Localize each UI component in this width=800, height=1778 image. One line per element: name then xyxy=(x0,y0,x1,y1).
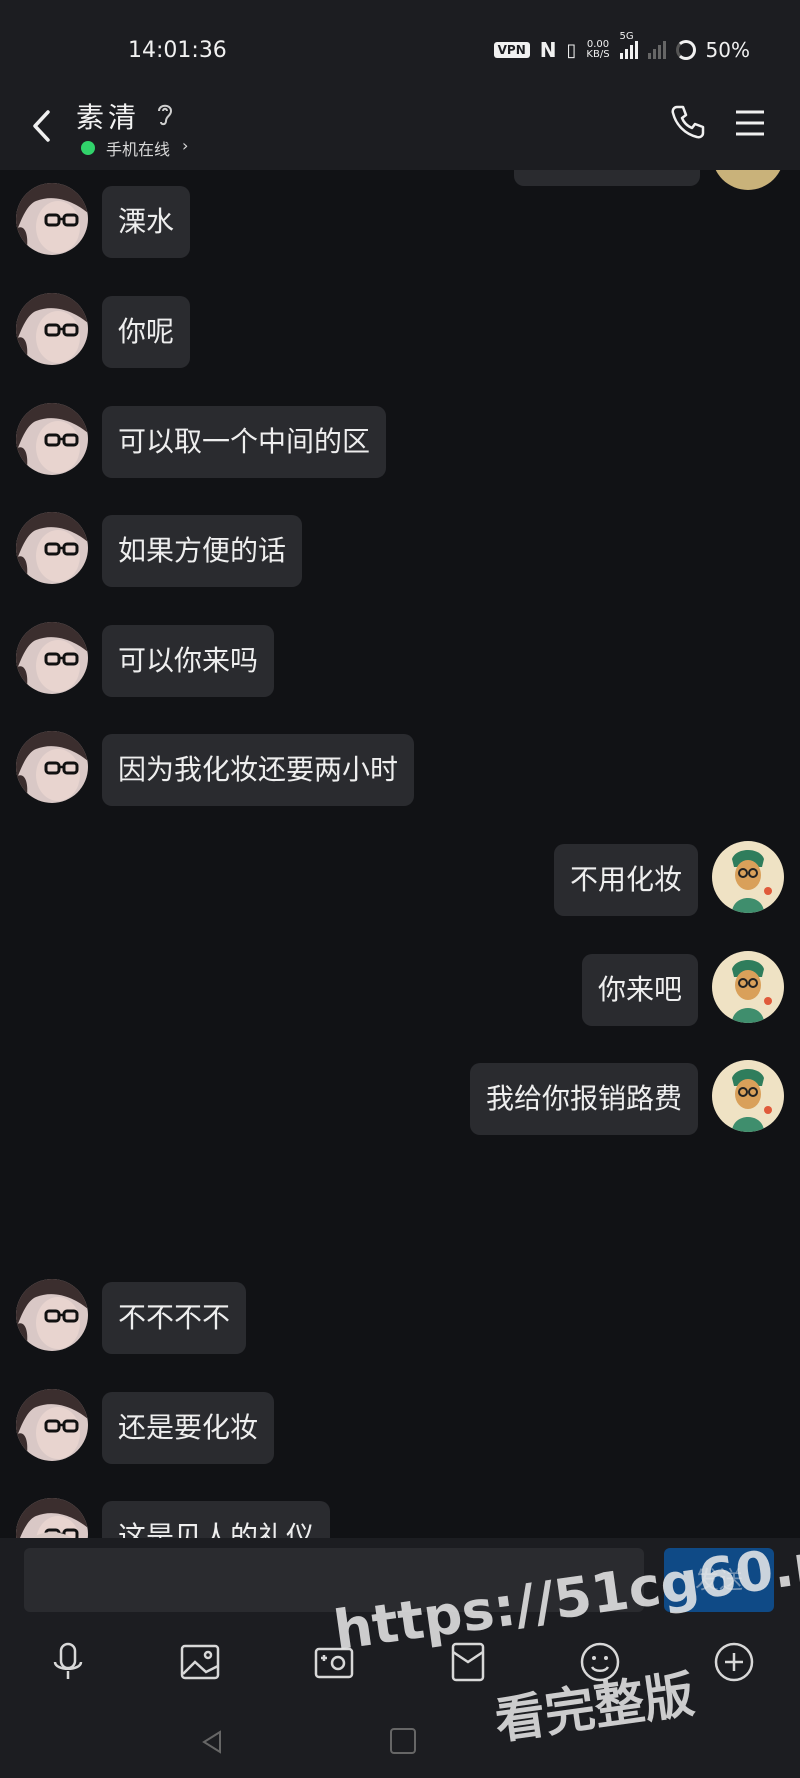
message-bubble[interactable]: 因为我化妆还要两小时 xyxy=(102,734,415,806)
message-input[interactable] xyxy=(24,1548,644,1612)
message-bubble[interactable]: 不不不不 xyxy=(102,1282,247,1354)
back-arrow-icon[interactable] xyxy=(26,106,58,146)
battery-level: 50% xyxy=(705,38,750,62)
contact-avatar[interactable] xyxy=(16,622,88,694)
phone-icon[interactable] xyxy=(668,102,708,142)
network-speed: 0.00 KB/S xyxy=(586,39,610,60)
status-time: 14:01:36 xyxy=(128,38,227,63)
contact-avatar[interactable] xyxy=(16,731,88,803)
menu-icon[interactable] xyxy=(733,108,767,138)
red-packet-icon[interactable] xyxy=(444,1638,492,1686)
contact-avatar[interactable] xyxy=(16,512,88,584)
my-avatar[interactable] xyxy=(712,951,784,1023)
image-icon[interactable] xyxy=(176,1638,224,1686)
nav-home-icon[interactable] xyxy=(390,1728,416,1754)
message-bubble[interactable]: 你呢 xyxy=(102,296,191,368)
composer-bar: 发送 xyxy=(0,1538,800,1778)
incoming-message: 这是见人的礼仪 xyxy=(0,1498,800,1538)
message-bubble[interactable]: 可以你来吗 xyxy=(102,625,275,697)
online-status-text[interactable]: 手机在线 xyxy=(106,136,170,160)
incoming-message: 可以你来吗 xyxy=(0,622,800,698)
signal-icon: 5G xyxy=(619,31,638,59)
message-bubble[interactable]: 还是要化妆 xyxy=(102,1392,275,1464)
message-bubble[interactable]: 我给你报销路费 xyxy=(469,1063,698,1135)
emoji-icon[interactable] xyxy=(576,1638,624,1686)
ear-icon[interactable] xyxy=(154,100,176,128)
contact-avatar[interactable] xyxy=(16,293,88,365)
incoming-message: 如果方便的话 xyxy=(0,512,800,588)
plus-icon[interactable] xyxy=(710,1638,758,1686)
contact-avatar[interactable] xyxy=(16,1279,88,1351)
contact-name[interactable]: 素清 xyxy=(76,96,140,136)
my-avatar[interactable] xyxy=(712,841,784,913)
message-bubble[interactable]: 不用化妆 xyxy=(553,844,698,916)
camera-icon[interactable] xyxy=(310,1638,358,1686)
message-bubble[interactable]: 如果方便的话 xyxy=(102,515,303,587)
contact-avatar[interactable] xyxy=(16,403,88,475)
my-avatar[interactable] xyxy=(712,1060,784,1132)
online-status-dot xyxy=(81,141,95,155)
incoming-message: 可以取一个中间的区 xyxy=(0,403,800,479)
chat-header: 素清 手机在线 › xyxy=(0,92,800,170)
signal-2-icon xyxy=(647,41,666,59)
incoming-message: 溧水 xyxy=(0,183,800,259)
incoming-message: 还是要化妆 xyxy=(0,1389,800,1465)
message-bubble[interactable]: 这是见人的礼仪 xyxy=(102,1501,331,1538)
incoming-message: 不不不不 xyxy=(0,1279,800,1355)
microphone-icon[interactable] xyxy=(44,1638,92,1686)
vpn-icon: VPN xyxy=(493,42,530,58)
nav-back-icon[interactable] xyxy=(198,1728,226,1756)
message-bubble[interactable]: 你来吧 xyxy=(581,954,698,1026)
outgoing-message: 我给你报销路费 xyxy=(0,1060,800,1136)
incoming-message: 你呢 xyxy=(0,293,800,369)
status-bar: 14:01:36 VPN N ▯ 0.00 KB/S 5G 50% xyxy=(0,0,800,92)
nfc-icon: N xyxy=(539,38,557,62)
message-bubble[interactable]: 可以取一个中间的区 xyxy=(102,406,387,478)
vibrate-icon: ▯ xyxy=(566,39,577,61)
contact-avatar[interactable] xyxy=(16,183,88,255)
outgoing-message: 不用化妆 xyxy=(0,841,800,917)
status-icons: VPN N ▯ 0.00 KB/S 5G 50% xyxy=(493,31,750,62)
incoming-message: 因为我化妆还要两小时 xyxy=(0,731,800,807)
contact-avatar[interactable] xyxy=(16,1389,88,1461)
outgoing-message: 你来吧 xyxy=(0,951,800,1027)
send-button[interactable]: 发送 xyxy=(664,1548,774,1612)
message-bubble[interactable]: 溧水 xyxy=(102,186,191,258)
chevron-right-icon[interactable]: › xyxy=(182,136,188,155)
chat-messages[interactable]: 溧水你呢可以取一个中间的区 如果方便的话 可以你来吗因为我化妆还要两小时不用化妆你来… xyxy=(0,170,800,1538)
battery-icon xyxy=(675,40,696,60)
